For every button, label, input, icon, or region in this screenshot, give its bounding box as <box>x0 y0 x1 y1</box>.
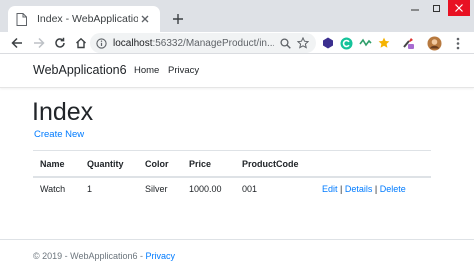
extension-icon[interactable] <box>338 35 354 51</box>
cell-color: Silver <box>145 184 168 194</box>
cell-productcode: 001 <box>242 184 258 194</box>
avatar[interactable] <box>426 35 442 51</box>
extension-icon[interactable] <box>376 35 392 51</box>
site-navbar: WebApplication6 Home Privacy <box>0 54 474 88</box>
close-icon[interactable] <box>138 12 152 26</box>
cell-name: Watch <box>40 184 66 194</box>
column-header-color: Color <box>145 159 169 169</box>
address-bar[interactable]: localhost:56332/ManageProduct/in... <box>90 33 316 53</box>
action-separator: | <box>374 184 378 194</box>
star-icon[interactable] <box>296 36 310 50</box>
restore-icon[interactable] <box>426 0 448 16</box>
table-top-border <box>33 150 431 151</box>
url-text: localhost:56332/ManageProduct/in... <box>113 38 274 49</box>
minimize-icon[interactable] <box>404 0 426 16</box>
browser-toolbar: localhost:56332/ManageProduct/in... <box>0 32 474 54</box>
window-controls <box>404 0 470 18</box>
create-new-link[interactable]: Create New <box>34 129 84 140</box>
home-icon[interactable] <box>72 34 90 52</box>
cell-price: 1000.00 <box>189 184 222 194</box>
back-arrow-icon[interactable] <box>8 34 26 52</box>
document-favicon-icon <box>16 12 30 26</box>
plus-icon[interactable] <box>168 9 188 29</box>
cell-quantity: 1 <box>87 184 93 194</box>
extension-icon[interactable] <box>400 35 416 51</box>
row-actions: Edit | Details | Delete <box>322 184 406 194</box>
browser-tabstrip: Index - WebApplication6 <box>0 0 474 32</box>
footer-text: © 2019 - WebApplication6 - <box>33 251 146 261</box>
web-page: WebApplication6 Home Privacy Index Creat… <box>0 54 474 277</box>
window-close-icon[interactable] <box>448 0 470 16</box>
browser-tab[interactable]: Index - WebApplication6 <box>8 6 160 32</box>
site-brand-link[interactable]: WebApplication6 <box>33 63 127 77</box>
extension-icon[interactable] <box>320 35 336 51</box>
url-path: :56332/ManageProduct/in... <box>152 37 274 49</box>
details-link[interactable]: Details <box>345 184 373 194</box>
column-header-productcode: ProductCode <box>242 159 299 169</box>
reload-icon[interactable] <box>51 34 69 52</box>
page-title: Index <box>32 98 94 126</box>
info-icon[interactable] <box>96 37 108 49</box>
url-host: localhost <box>113 37 153 49</box>
column-header-name: Name <box>40 159 65 169</box>
extension-icon[interactable] <box>357 35 373 51</box>
zoom-icon[interactable] <box>278 36 292 50</box>
column-header-price: Price <box>189 159 212 169</box>
nav-link-privacy[interactable]: Privacy <box>168 65 199 76</box>
footer: © 2019 - WebApplication6 - Privacy <box>33 251 175 261</box>
forward-arrow-icon[interactable] <box>30 34 48 52</box>
delete-link[interactable]: Delete <box>380 184 406 194</box>
column-header-quantity: Quantity <box>87 159 124 169</box>
edit-link[interactable]: Edit <box>322 184 338 194</box>
more-menu-icon[interactable] <box>450 35 466 51</box>
footer-divider <box>0 239 474 240</box>
action-separator: | <box>340 184 343 194</box>
table-header-border <box>33 176 431 178</box>
footer-privacy-link[interactable]: Privacy <box>146 251 176 261</box>
nav-link-home[interactable]: Home <box>134 65 159 76</box>
tab-title: Index - WebApplication6 <box>37 13 138 25</box>
